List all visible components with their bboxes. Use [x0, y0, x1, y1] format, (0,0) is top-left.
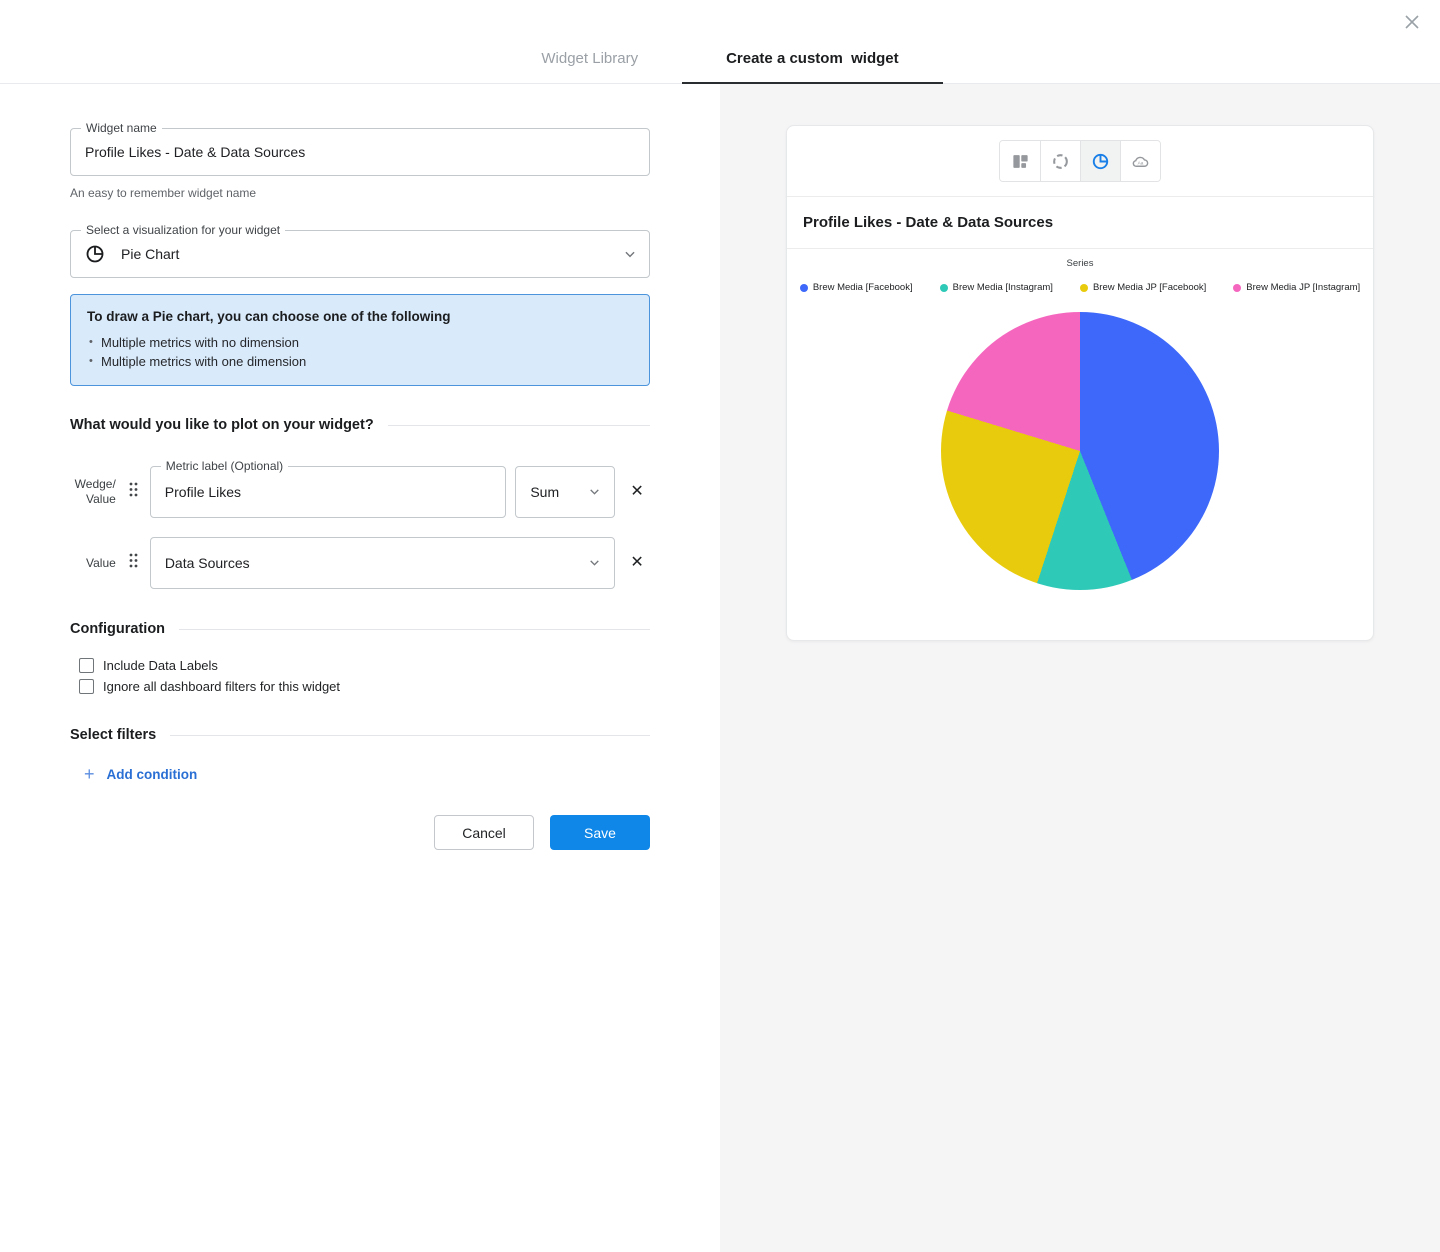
legend-item[interactable]: Brew Media JP [Instagram]: [1233, 282, 1360, 293]
svg-text:Aa: Aa: [1138, 160, 1144, 166]
drag-handle-icon[interactable]: [129, 553, 138, 573]
chevron-down-icon: [588, 556, 602, 570]
select-filters-heading: Select filters: [70, 727, 650, 743]
widget-name-value: Profile Likes - Date & Data Sources: [85, 144, 306, 160]
widget-preview-card: Aa Profile Likes - Date & Data Sources S…: [786, 125, 1374, 641]
legend-label: Brew Media JP [Facebook]: [1092, 282, 1207, 293]
info-box-bullet: Multiple metrics with no dimension: [87, 333, 633, 352]
widget-name-label: Widget name: [81, 121, 162, 135]
preview-panel: Aa Profile Likes - Date & Data Sources S…: [720, 84, 1440, 1252]
preview-chart-title: Profile Likes - Date & Data Sources: [787, 197, 1373, 249]
chevron-down-icon: [588, 485, 602, 499]
tab-create-custom-widget[interactable]: Create a custom widget: [682, 50, 943, 84]
visualization-select[interactable]: Select a visualization for your widget P…: [70, 223, 650, 278]
legend-label: Brew Media JP [Instagram]: [1246, 282, 1361, 293]
configuration-heading: Configuration: [70, 621, 650, 637]
widget-name-field[interactable]: Widget name Profile Likes - Date & Data …: [70, 121, 650, 176]
legend-item[interactable]: Brew Media [Facebook]: [799, 282, 913, 293]
tab-widget-library[interactable]: Widget Library: [497, 50, 682, 83]
plus-icon: +: [84, 764, 95, 784]
add-condition-button[interactable]: + Add condition: [84, 765, 650, 783]
legend-dot: [1079, 283, 1088, 292]
chevron-down-icon: [623, 247, 637, 261]
legend-item[interactable]: Brew Media JP [Facebook]: [1079, 282, 1207, 293]
checkbox-label: Ignore all dashboard filters for this wi…: [103, 678, 341, 694]
legend-dot: [1233, 283, 1242, 292]
remove-dimension-button[interactable]: ✕: [624, 550, 650, 576]
metric-row-label: Wedge/ Value: [74, 477, 116, 506]
dimension-select[interactable]: Data Sources: [149, 537, 616, 589]
checkbox-icon[interactable]: [79, 678, 94, 694]
metric-row-value: Value Data Sources ✕: [70, 537, 650, 589]
remove-metric-button[interactable]: ✕: [624, 479, 650, 505]
legend-label: Brew Media [Facebook]: [812, 282, 913, 293]
tab-bar: Widget Library Create a custom widget: [497, 50, 943, 84]
legend-dot: [799, 283, 808, 292]
metric-label-input[interactable]: Metric label (Optional) Profile Likes: [149, 459, 507, 518]
metric-label-floating-label: Metric label (Optional): [160, 459, 289, 473]
legend-dot: [939, 283, 948, 292]
ignore-dashboard-filters-checkbox-row[interactable]: Ignore all dashboard filters for this wi…: [70, 676, 650, 696]
dialog-header: Widget Library Create a custom widget: [0, 0, 1440, 84]
info-box-title: To draw a Pie chart, you can choose one …: [87, 309, 451, 324]
checkbox-icon[interactable]: [79, 657, 94, 673]
plot-section-title: What would you like to plot on your widg…: [70, 417, 374, 433]
info-box-bullet: Multiple metrics with one dimension: [87, 352, 633, 371]
checkbox-label: Include Data Labels: [103, 657, 218, 673]
pie-chart-info-box: To draw a Pie chart, you can choose one …: [70, 294, 650, 386]
chart-type-switcher: Aa: [999, 140, 1161, 182]
donut-chart-icon[interactable]: [1040, 141, 1080, 181]
cancel-button[interactable]: Cancel: [434, 815, 534, 850]
legend-item[interactable]: Brew Media [Instagram]: [939, 282, 1053, 293]
legend-title: Series: [1066, 258, 1094, 269]
visualization-value: Pie Chart: [121, 246, 180, 262]
select-filters-title: Select filters: [70, 727, 157, 743]
configuration-title: Configuration: [70, 621, 166, 637]
drag-handle-icon[interactable]: [129, 482, 138, 502]
metric-row-label: Value: [86, 555, 116, 570]
word-cloud-icon[interactable]: Aa: [1120, 141, 1160, 181]
close-icon[interactable]: [1400, 10, 1424, 34]
visualization-label: Select a visualization for your widget: [81, 223, 286, 237]
include-data-labels-checkbox-row[interactable]: Include Data Labels: [70, 655, 650, 675]
pie-chart-icon: [85, 244, 105, 264]
aggregation-value: Sum: [530, 484, 560, 500]
legend-label: Brew Media [Instagram]: [952, 282, 1053, 293]
dimension-value: Data Sources: [164, 555, 250, 571]
save-button[interactable]: Save: [550, 815, 650, 850]
metric-label-value: Profile Likes: [164, 484, 242, 500]
pie-chart[interactable]: [941, 312, 1219, 590]
pie-chart-icon[interactable]: [1080, 141, 1120, 181]
metric-row-wedge-value: Wedge/ Value Metric label (Optional) Pro…: [70, 459, 650, 518]
chart-legend: Brew Media [Facebook] Brew Media [Instagr…: [787, 282, 1373, 293]
table-chart-icon[interactable]: [1000, 141, 1040, 181]
aggregation-select[interactable]: Sum: [515, 466, 616, 518]
widget-form-panel: Widget name Profile Likes - Date & Data …: [0, 84, 720, 1252]
add-condition-label: Add condition: [106, 766, 198, 782]
widget-name-helper: An easy to remember widget name: [70, 186, 257, 200]
plot-section-heading: What would you like to plot on your widg…: [70, 417, 650, 433]
